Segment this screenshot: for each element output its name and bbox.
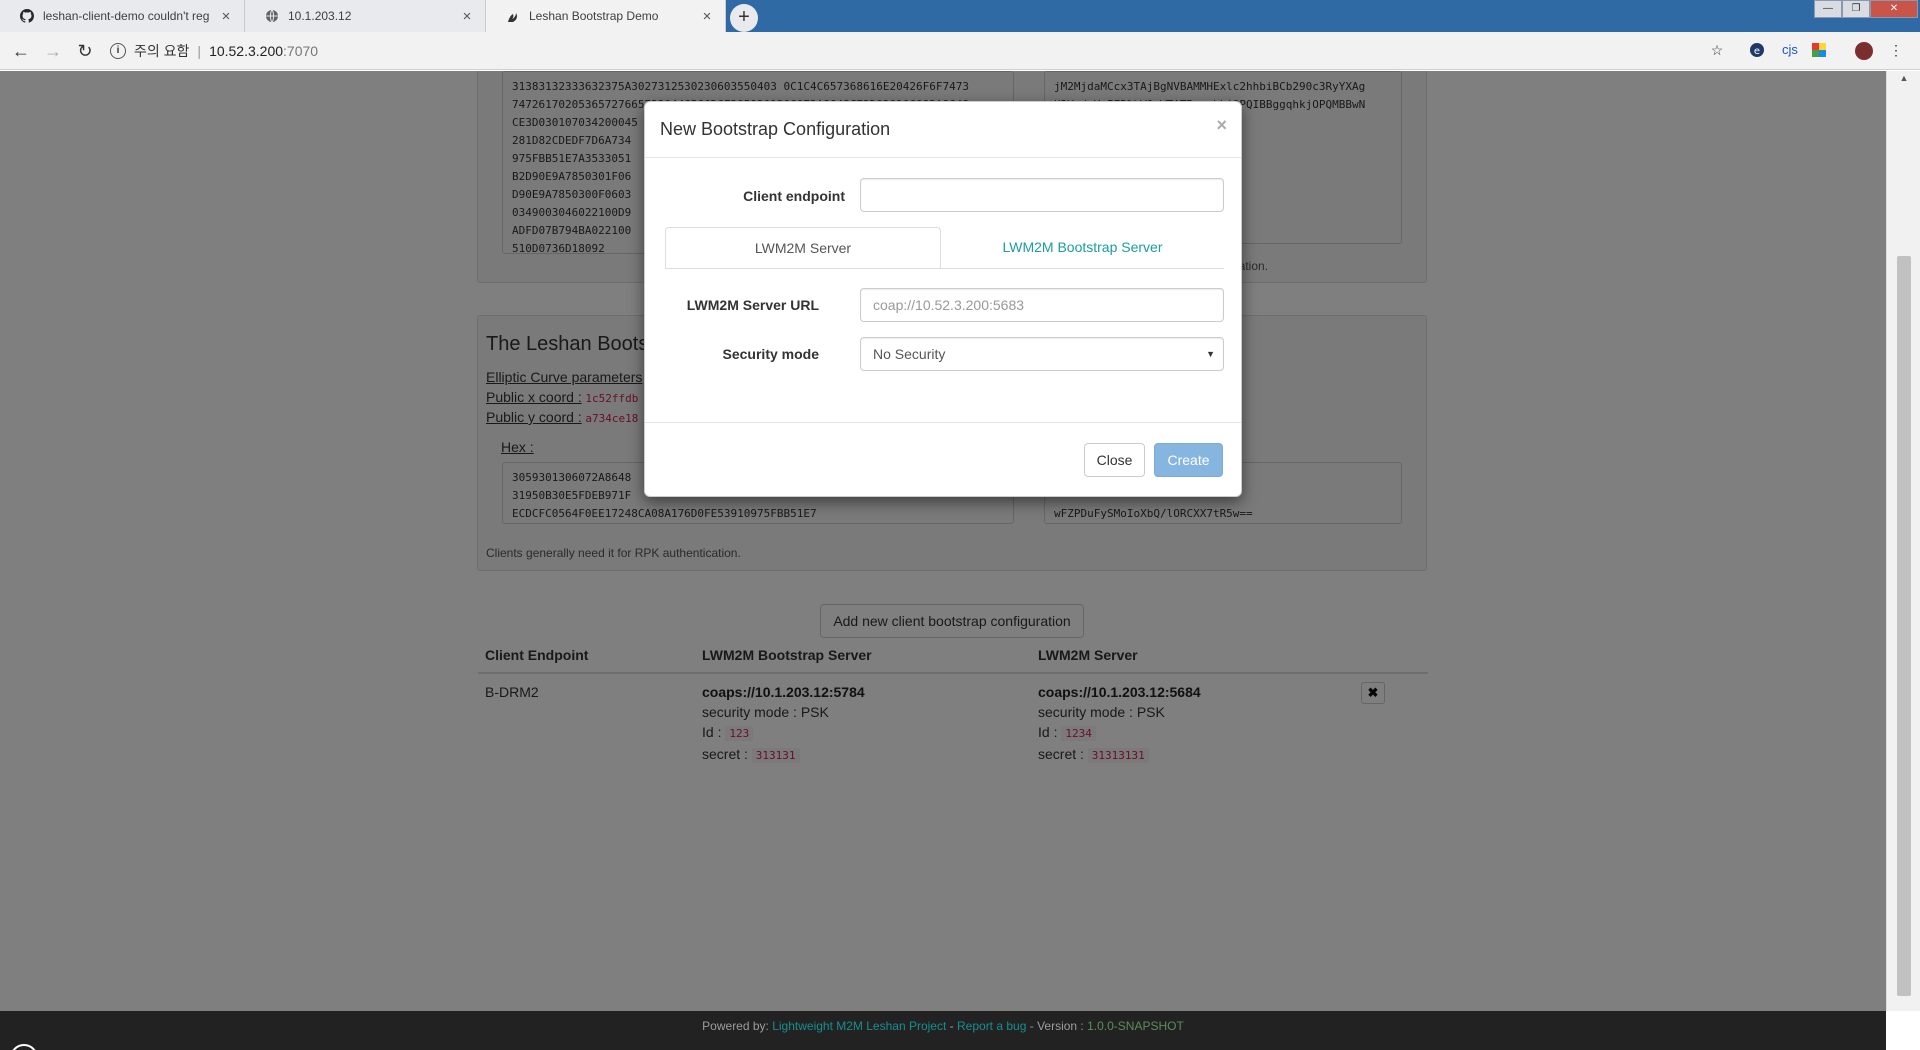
tab-title: Leshan Bootstrap Demo	[529, 9, 659, 23]
address-separator: |	[197, 43, 202, 59]
close-button[interactable]: Close	[1084, 443, 1145, 477]
url-host: 10.52.3.200	[209, 43, 284, 59]
browser-tab-strip: leshan-client-demo couldn't reg × 10.1.2…	[0, 0, 1920, 32]
tab-lwm2m-bootstrap-server[interactable]: LWM2M Bootstrap Server	[941, 227, 1224, 269]
address-bar[interactable]: i 주의 요함 | 10.52.3.200:7070	[110, 38, 1710, 64]
tab-close-icon[interactable]: ×	[218, 8, 234, 25]
version-value: 1.0.0-SNAPSHOT	[1087, 1019, 1184, 1033]
server-url-label: LWM2M Server URL	[686, 297, 819, 313]
security-mode-select[interactable]: No Security ▼	[860, 337, 1224, 371]
new-bootstrap-config-modal: New Bootstrap Configuration × Client end…	[644, 101, 1242, 497]
report-bug-link[interactable]: Report a bug	[957, 1019, 1026, 1033]
url-port: :7070	[283, 43, 319, 59]
scrollbar-thumb[interactable]	[1897, 256, 1911, 996]
version-label: - Version :	[1029, 1019, 1084, 1033]
client-endpoint-input[interactable]	[860, 178, 1224, 212]
chevron-down-icon: ▼	[1206, 349, 1215, 359]
server-url-input[interactable]: coap://10.52.3.200:5683	[860, 288, 1224, 322]
tab-close-icon[interactable]: ×	[699, 8, 715, 25]
browser-toolbar: ← → ↻ i 주의 요함 | 10.52.3.200:7070 ☆ e cjs…	[0, 32, 1920, 70]
security-warning: 주의 요함	[134, 43, 190, 59]
svg-text:e: e	[1754, 46, 1760, 57]
security-mode-label: Security mode	[722, 346, 819, 362]
browser-menu-icon[interactable]: ⋮	[1888, 42, 1904, 59]
back-icon[interactable]: ←	[10, 40, 32, 62]
forward-icon[interactable]: →	[42, 40, 64, 62]
scroll-up-icon[interactable]: ▲	[1887, 73, 1920, 83]
reload-icon[interactable]: ↻	[74, 40, 96, 62]
close-icon[interactable]: ×	[1216, 115, 1227, 136]
footer-dash: -	[949, 1019, 954, 1033]
profile-avatar-icon[interactable]	[1854, 42, 1874, 63]
leshan-icon	[506, 9, 520, 23]
new-tab-button[interactable]: +	[730, 4, 758, 32]
modal-title: New Bootstrap Configuration	[660, 119, 891, 139]
modal-header: New Bootstrap Configuration ×	[645, 102, 1241, 158]
page-footer: Powered by: Lightweight M2M Leshan Proje…	[0, 1011, 1886, 1050]
browser-tab-ip[interactable]: 10.1.203.12 ×	[245, 0, 486, 32]
info-icon[interactable]: i	[110, 43, 126, 59]
client-endpoint-label: Client endpoint	[743, 188, 845, 204]
tabs-divider	[665, 268, 1224, 269]
close-window-icon[interactable]: ✕	[1870, 0, 1918, 18]
extension-cjs-icon[interactable]: cjs	[1776, 42, 1804, 57]
security-mode-value: No Security	[873, 346, 946, 362]
tab-close-icon[interactable]: ×	[459, 8, 475, 25]
github-icon	[20, 9, 34, 23]
bookmark-star-icon[interactable]: ☆	[1708, 42, 1726, 59]
extension-e-icon[interactable]: e	[1748, 42, 1766, 61]
modal-footer-divider	[645, 422, 1241, 423]
tab-title: leshan-client-demo couldn't reg	[43, 9, 210, 23]
browser-tab-github[interactable]: leshan-client-demo couldn't reg ×	[0, 0, 245, 32]
create-button[interactable]: Create	[1154, 443, 1223, 477]
minimize-window-icon[interactable]: —	[1814, 0, 1842, 18]
maximize-window-icon[interactable]: ❐	[1842, 0, 1870, 18]
footer-powered-by: Powered by:	[702, 1019, 769, 1033]
tab-title: 10.1.203.12	[288, 9, 352, 23]
page-scrollbar[interactable]: ▲	[1886, 71, 1920, 1011]
extension-colors-icon[interactable]	[1810, 42, 1828, 61]
tab-lwm2m-server[interactable]: LWM2M Server	[665, 227, 941, 269]
browser-tab-leshan[interactable]: Leshan Bootstrap Demo ×	[486, 0, 726, 32]
leshan-project-link[interactable]: Lightweight M2M Leshan Project	[772, 1019, 946, 1033]
globe-icon	[265, 9, 279, 23]
